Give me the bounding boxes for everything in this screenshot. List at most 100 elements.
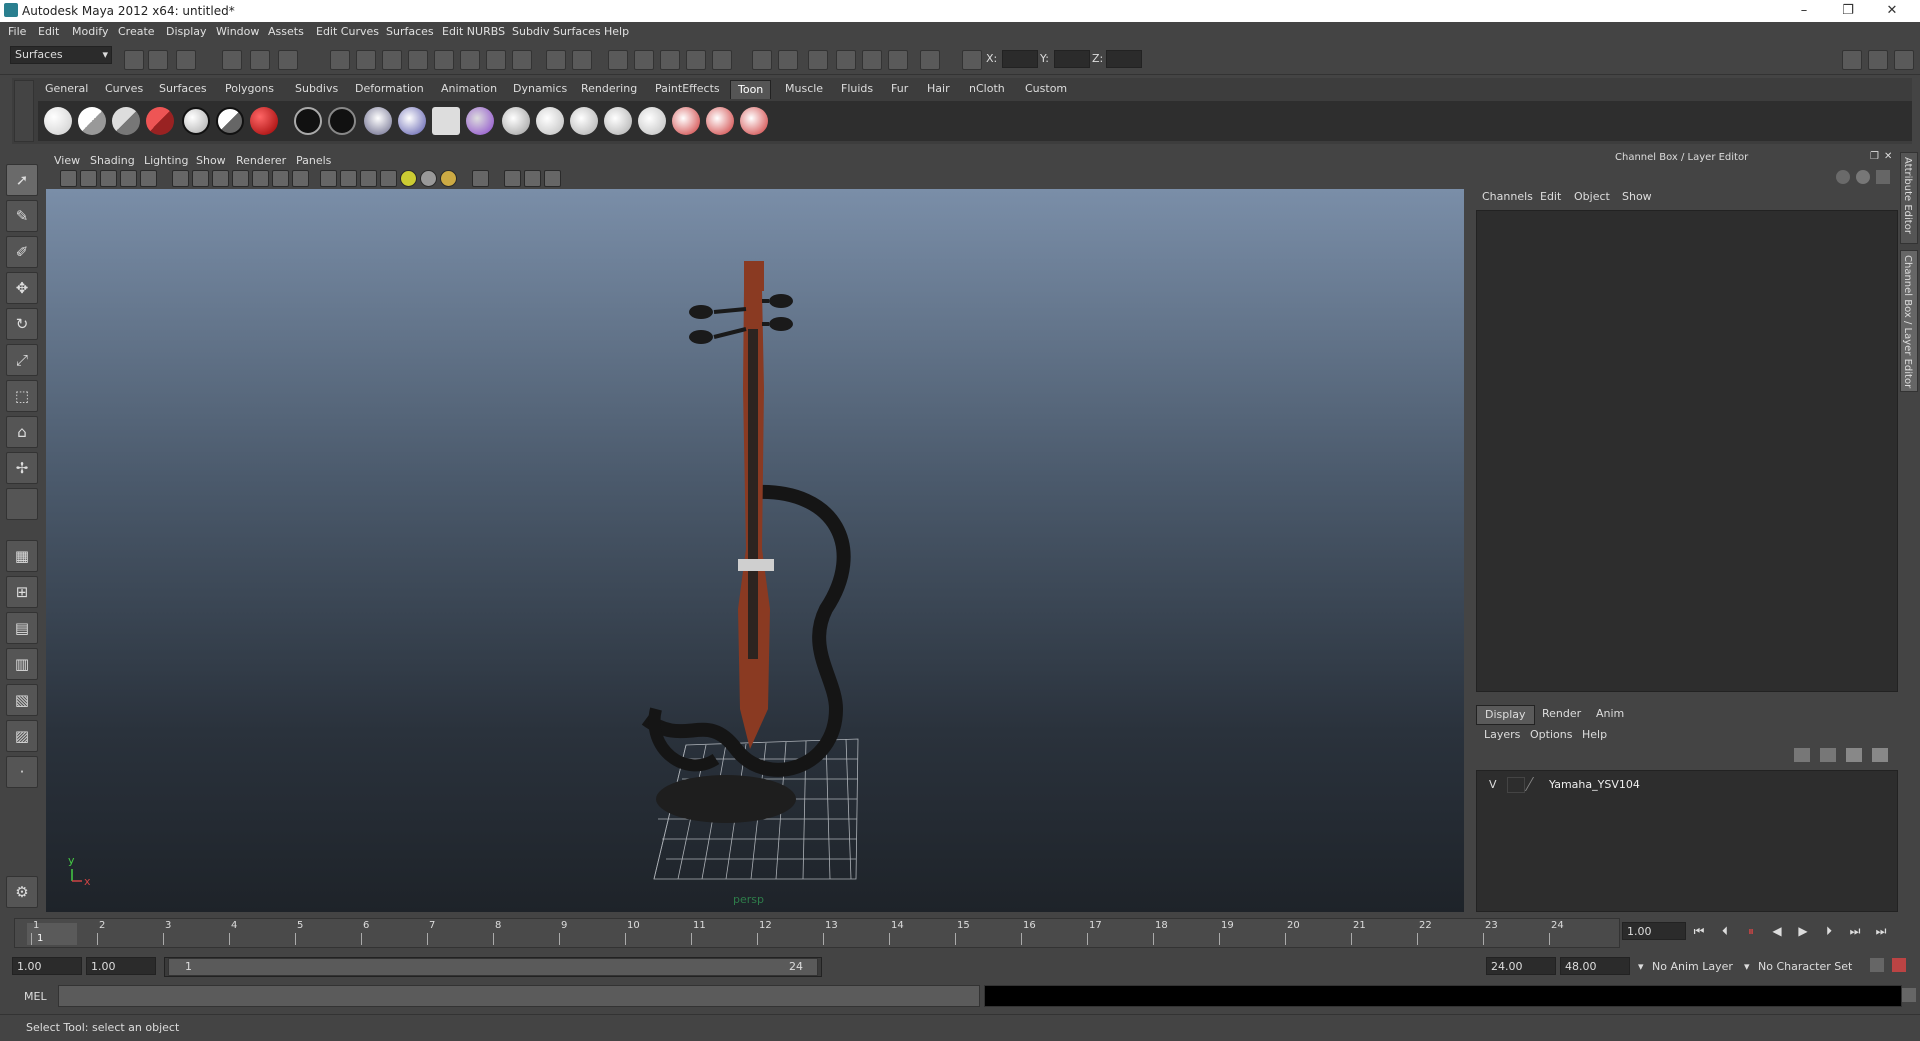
shelf-tab-deformation[interactable]: Deformation	[348, 80, 431, 98]
select-handles-icon[interactable]	[330, 50, 350, 70]
toggle-attribute-editor-icon[interactable]	[1842, 50, 1862, 70]
input-ops-icon[interactable]	[752, 50, 772, 70]
cb-menu-channels[interactable]: Channels	[1482, 190, 1533, 203]
layer-color-swatch[interactable]	[1524, 777, 1547, 791]
viewport-persp[interactable]: y x	[46, 189, 1464, 912]
toon-profile-outline-icon[interactable]	[328, 107, 356, 135]
layer-row[interactable]: V Yamaha_YSV104	[1483, 777, 1883, 793]
layer-menu-options[interactable]: Options	[1530, 728, 1572, 741]
auto-key-icon[interactable]	[1870, 958, 1884, 972]
output-ops-icon[interactable]	[778, 50, 798, 70]
textured-icon[interactable]	[380, 170, 397, 187]
script-editor-icon[interactable]	[1902, 988, 1916, 1002]
cb-menu-show[interactable]: Show	[1622, 190, 1652, 203]
select-hierarchy-icon[interactable]	[222, 50, 242, 70]
mel-command-input[interactable]	[58, 985, 980, 1007]
toon-lips-2-icon[interactable]	[706, 107, 734, 135]
resolution-gate-icon[interactable]	[212, 170, 229, 187]
menu-modify[interactable]: Modify	[72, 25, 108, 38]
step-back-key-icon[interactable]: ⏴	[1716, 922, 1734, 940]
move-tool-icon[interactable]: ✥	[6, 272, 38, 304]
select-joints-icon[interactable]	[356, 50, 376, 70]
new-layer-selected-icon[interactable]	[1872, 748, 1888, 762]
rotate-tool-icon[interactable]: ↻	[6, 308, 38, 340]
toon-reverse-normals-icon[interactable]	[466, 107, 494, 135]
manipulator-tool-icon[interactable]: ⬚	[6, 380, 38, 412]
anim-layer-dropdown-icon[interactable]: ▾	[1638, 960, 1644, 973]
select-component-icon[interactable]	[278, 50, 298, 70]
xray-components-icon[interactable]	[544, 170, 561, 187]
toon-brush-icon[interactable]	[638, 107, 666, 135]
channel-box-speed-icon[interactable]	[1856, 170, 1870, 184]
channel-box-content[interactable]	[1476, 210, 1898, 692]
shelf-tab-custom[interactable]: Custom	[1018, 80, 1074, 98]
default-light-icon[interactable]	[440, 170, 457, 187]
shelf-tab-painteffects[interactable]: PaintEffects	[648, 80, 727, 98]
play-forwards-icon[interactable]: ▶	[1794, 922, 1812, 940]
command-language-label[interactable]: MEL	[24, 990, 47, 1003]
layer-menu-layers[interactable]: Layers	[1484, 728, 1520, 741]
z-field[interactable]	[1106, 50, 1142, 68]
four-view-layout-icon[interactable]: ⊞	[6, 576, 38, 608]
step-forward-frame-icon[interactable]: ⏵	[1820, 922, 1838, 940]
isolate-select-icon[interactable]	[472, 170, 489, 187]
shelf-tab-animation[interactable]: Animation	[434, 80, 504, 98]
make-live-icon[interactable]	[712, 50, 732, 70]
snap-grid-icon[interactable]	[608, 50, 628, 70]
toon-fill-light-icon[interactable]	[44, 107, 72, 135]
open-scene-icon[interactable]	[148, 50, 168, 70]
panel-menu-shading[interactable]: Shading	[90, 154, 135, 167]
toon-fill-dark-icon[interactable]	[112, 107, 140, 135]
toggle-tool-settings-icon[interactable]	[1868, 50, 1888, 70]
shelf-tab-rendering[interactable]: Rendering	[574, 80, 644, 98]
step-back-frame-icon[interactable]: ⏸	[1742, 922, 1760, 940]
close-panel-icon[interactable]: ✕	[1884, 151, 1892, 162]
select-misc-icon[interactable]	[512, 50, 532, 70]
last-tool-icon[interactable]	[6, 488, 38, 520]
minimize-button[interactable]: –	[1784, 2, 1824, 20]
film-gate-icon[interactable]	[192, 170, 209, 187]
end-time-field[interactable]: 48.00	[1560, 957, 1630, 975]
ipr-render-icon[interactable]	[862, 50, 882, 70]
new-scene-icon[interactable]	[124, 50, 144, 70]
menu-file[interactable]: File	[8, 25, 26, 38]
close-button[interactable]: ✕	[1872, 2, 1912, 20]
toggle-channel-box-icon[interactable]	[1894, 50, 1914, 70]
character-set-selector[interactable]: No Character Set	[1758, 960, 1852, 973]
select-deformations-icon[interactable]	[434, 50, 454, 70]
menuset-selector[interactable]: Surfaces ▾	[10, 46, 112, 64]
xray-icon[interactable]	[504, 170, 521, 187]
custom-layout-icon[interactable]: ·	[6, 756, 38, 788]
menu-subdiv-surfaces[interactable]: Subdiv Surfaces	[512, 25, 601, 38]
step-forward-key-icon[interactable]: ⏭	[1846, 922, 1864, 940]
lasso-tool-icon[interactable]: ✎	[6, 200, 38, 232]
field-chart-icon[interactable]	[252, 170, 269, 187]
input-mode-icon[interactable]: ⚙	[6, 876, 38, 908]
panel-menu-show[interactable]: Show	[196, 154, 226, 167]
scale-tool-icon[interactable]: ⤢	[6, 344, 38, 376]
toon-paint-line-icon[interactable]	[604, 107, 632, 135]
go-to-end-icon[interactable]: ⏭	[1872, 922, 1890, 940]
shelf-tab-dynamics[interactable]: Dynamics	[506, 80, 574, 98]
persp-graph-layout-icon[interactable]: ▥	[6, 648, 38, 680]
xray-joints-icon[interactable]	[524, 170, 541, 187]
layer-tab-render[interactable]: Render	[1534, 705, 1589, 723]
toon-lips-3-icon[interactable]	[740, 107, 768, 135]
snap-view-plane-icon[interactable]	[686, 50, 706, 70]
range-slider-handle[interactable]: 1 24	[168, 958, 818, 976]
select-tool-icon[interactable]: ➚	[6, 164, 38, 196]
soft-mod-tool-icon[interactable]: ⌂	[6, 416, 38, 448]
menu-surfaces[interactable]: Surfaces	[386, 25, 434, 38]
move-layer-down-icon[interactable]	[1820, 748, 1836, 762]
panel-menu-view[interactable]: View	[54, 154, 80, 167]
toon-black-outline-icon[interactable]	[294, 107, 322, 135]
menu-edit-curves[interactable]: Edit Curves	[316, 25, 379, 38]
toon-line-offset-icon[interactable]	[364, 107, 392, 135]
toon-crease-icon[interactable]	[502, 107, 530, 135]
shadows-icon[interactable]	[420, 170, 437, 187]
toon-assign-paint-icon[interactable]	[432, 107, 460, 135]
shelf-menu-handle[interactable]	[14, 80, 34, 142]
layer-menu-help[interactable]: Help	[1582, 728, 1607, 741]
shelf-tab-hair[interactable]: Hair	[920, 80, 957, 98]
gate-mask-icon[interactable]	[232, 170, 249, 187]
